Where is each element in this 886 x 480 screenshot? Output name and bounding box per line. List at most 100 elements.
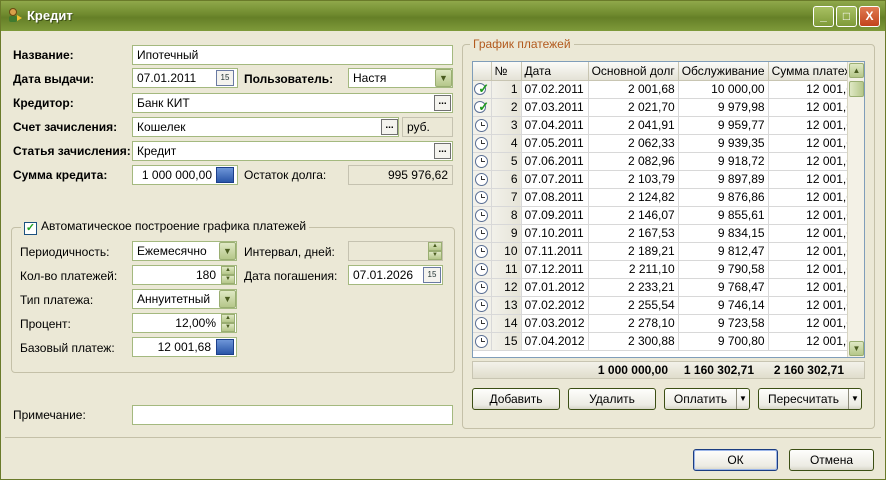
table-row[interactable]: 5 07.06.2011 2 082,96 9 918,72 12 001,68 <box>473 152 864 171</box>
total-payment: 2 160 302,71 <box>773 363 844 377</box>
cancel-button[interactable]: Отмена <box>789 449 874 471</box>
name-field[interactable]: Ипотечный <box>132 45 453 65</box>
periodicity-dropdown-icon[interactable]: ▼ <box>219 242 236 260</box>
totals-row: 1 000 000,00 1 160 302,71 2 160 302,71 <box>472 361 865 379</box>
base-payment-calculator-icon[interactable] <box>216 339 234 355</box>
row-status-cell[interactable] <box>473 152 492 171</box>
delete-button[interactable]: Удалить <box>568 388 656 410</box>
auto-schedule-checkbox[interactable]: ✓ <box>24 222 37 235</box>
table-row[interactable]: 8 07.09.2011 2 146,07 9 855,61 12 001,68 <box>473 206 864 225</box>
pay-dropdown-icon[interactable]: ▼ <box>736 389 749 409</box>
row-date: 07.08.2011 <box>521 188 589 207</box>
article-field[interactable]: Кредит <box>132 141 453 161</box>
account-field[interactable]: Кошелек <box>132 117 399 137</box>
scroll-up-icon[interactable]: ▲ <box>849 63 864 78</box>
article-label: Статья зачисления: <box>13 144 131 158</box>
clock-icon <box>475 245 489 259</box>
table-row[interactable]: ✓ 2 07.03.2011 2 021,70 9 979,98 12 001,68 <box>473 98 864 117</box>
table-row[interactable]: 3 07.04.2011 2 041,91 9 959,77 12 001,68 <box>473 116 864 135</box>
ok-button[interactable]: ОК <box>693 449 778 471</box>
row-number: 9 <box>491 224 522 243</box>
row-service: 9 918,72 <box>678 152 769 171</box>
note-field[interactable] <box>132 405 453 425</box>
row-service: 9 959,77 <box>678 116 769 135</box>
user-dropdown-icon[interactable]: ▼ <box>435 69 452 87</box>
credit-app-icon <box>9 8 22 22</box>
minimize-button[interactable]: _ <box>813 6 834 27</box>
row-date: 07.12.2011 <box>521 260 589 279</box>
row-number: 14 <box>491 314 522 333</box>
close-button[interactable]: X <box>859 6 880 27</box>
row-date: 07.11.2011 <box>521 242 589 261</box>
header-number[interactable]: № <box>491 62 522 81</box>
row-service: 9 812,47 <box>678 242 769 261</box>
row-service: 9 855,61 <box>678 206 769 225</box>
row-principal: 2 103,79 <box>588 170 679 189</box>
percent-spinner[interactable]: ▲ ▼ <box>221 314 235 332</box>
row-principal: 2 189,21 <box>588 242 679 261</box>
row-status-cell[interactable] <box>473 332 492 351</box>
row-status-cell[interactable] <box>473 242 492 261</box>
row-status-cell[interactable]: ✓ <box>473 80 492 99</box>
user-label: Пользователь: <box>244 72 334 86</box>
table-row[interactable]: 15 07.04.2012 2 300,88 9 700,80 12 001,68 <box>473 332 864 351</box>
row-date: 07.07.2011 <box>521 170 589 189</box>
pay-button[interactable]: Оплатить ▼ <box>664 388 750 410</box>
table-row[interactable]: ✓ 1 07.02.2011 2 001,68 10 000,00 12 001,68 <box>473 80 864 99</box>
table-row[interactable]: 4 07.05.2011 2 062,33 9 939,35 12 001,68 <box>473 134 864 153</box>
add-button[interactable]: Добавить <box>472 388 560 410</box>
row-status-cell[interactable] <box>473 260 492 279</box>
table-row[interactable]: 11 07.12.2011 2 211,10 9 790,58 12 001,68 <box>473 260 864 279</box>
window-title: Кредит <box>27 8 73 23</box>
scroll-down-icon[interactable]: ▼ <box>849 341 864 356</box>
header-principal[interactable]: Основной долг <box>588 62 679 81</box>
row-service: 9 746,14 <box>678 296 769 315</box>
header-service[interactable]: Обслуживание <box>678 62 769 81</box>
table-row[interactable]: 10 07.11.2011 2 189,21 9 812,47 12 001,68 <box>473 242 864 261</box>
row-date: 07.04.2012 <box>521 332 589 351</box>
header-status[interactable] <box>473 62 492 81</box>
interval-spinner[interactable]: ▲ ▼ <box>428 242 442 260</box>
header-date[interactable]: Дата <box>521 62 589 81</box>
payment-schedule-grid[interactable]: № Дата Основной долг Обслуживание Сумма … <box>472 61 865 358</box>
scroll-thumb[interactable] <box>849 81 864 97</box>
row-status-cell[interactable] <box>473 314 492 333</box>
title-bar[interactable]: Кредит _ □ X <box>1 1 885 31</box>
row-status-cell[interactable] <box>473 296 492 315</box>
row-status-cell[interactable] <box>473 170 492 189</box>
recalc-dropdown-icon[interactable]: ▼ <box>848 389 861 409</box>
creditor-field[interactable]: Банк КИТ <box>132 93 453 113</box>
table-row[interactable]: 6 07.07.2011 2 103,79 9 897,89 12 001,68 <box>473 170 864 189</box>
row-date: 07.01.2012 <box>521 278 589 297</box>
article-ellipsis-button[interactable]: ... <box>434 143 451 159</box>
row-number: 10 <box>491 242 522 261</box>
grid-scrollbar[interactable]: ▲ ▼ <box>847 62 864 357</box>
table-row[interactable]: 13 07.02.2012 2 255,54 9 746,14 12 001,68 <box>473 296 864 315</box>
row-status-cell[interactable] <box>473 134 492 153</box>
type-dropdown-icon[interactable]: ▼ <box>219 290 236 308</box>
table-row[interactable]: 9 07.10.2011 2 167,53 9 834,15 12 001,68 <box>473 224 864 243</box>
row-service: 9 897,89 <box>678 170 769 189</box>
row-status-cell[interactable] <box>473 224 492 243</box>
total-service: 1 160 302,71 <box>683 363 754 377</box>
row-status-cell[interactable] <box>473 206 492 225</box>
table-row[interactable]: 7 07.08.2011 2 124,82 9 876,86 12 001,68 <box>473 188 864 207</box>
recalc-button[interactable]: Пересчитать ▼ <box>758 388 862 410</box>
row-principal: 2 255,54 <box>588 296 679 315</box>
creditor-ellipsis-button[interactable]: ... <box>434 95 451 111</box>
row-status-cell[interactable]: ✓ <box>473 98 492 117</box>
issue-date-calendar-icon[interactable]: 15 <box>216 70 234 86</box>
end-date-calendar-icon[interactable]: 15 <box>423 267 441 283</box>
amount-calculator-icon[interactable] <box>216 167 234 183</box>
pay-button-label: Оплатить <box>673 392 728 406</box>
maximize-button[interactable]: □ <box>836 6 857 27</box>
row-service: 9 790,58 <box>678 260 769 279</box>
account-ellipsis-button[interactable]: ... <box>381 119 398 135</box>
count-spinner[interactable]: ▲ ▼ <box>221 266 235 284</box>
table-row[interactable]: 14 07.03.2012 2 278,10 9 723,58 12 001,68 <box>473 314 864 333</box>
row-status-cell[interactable] <box>473 188 492 207</box>
row-number: 5 <box>491 152 522 171</box>
table-row[interactable]: 12 07.01.2012 2 233,21 9 768,47 12 001,68 <box>473 278 864 297</box>
row-status-cell[interactable] <box>473 116 492 135</box>
row-status-cell[interactable] <box>473 278 492 297</box>
